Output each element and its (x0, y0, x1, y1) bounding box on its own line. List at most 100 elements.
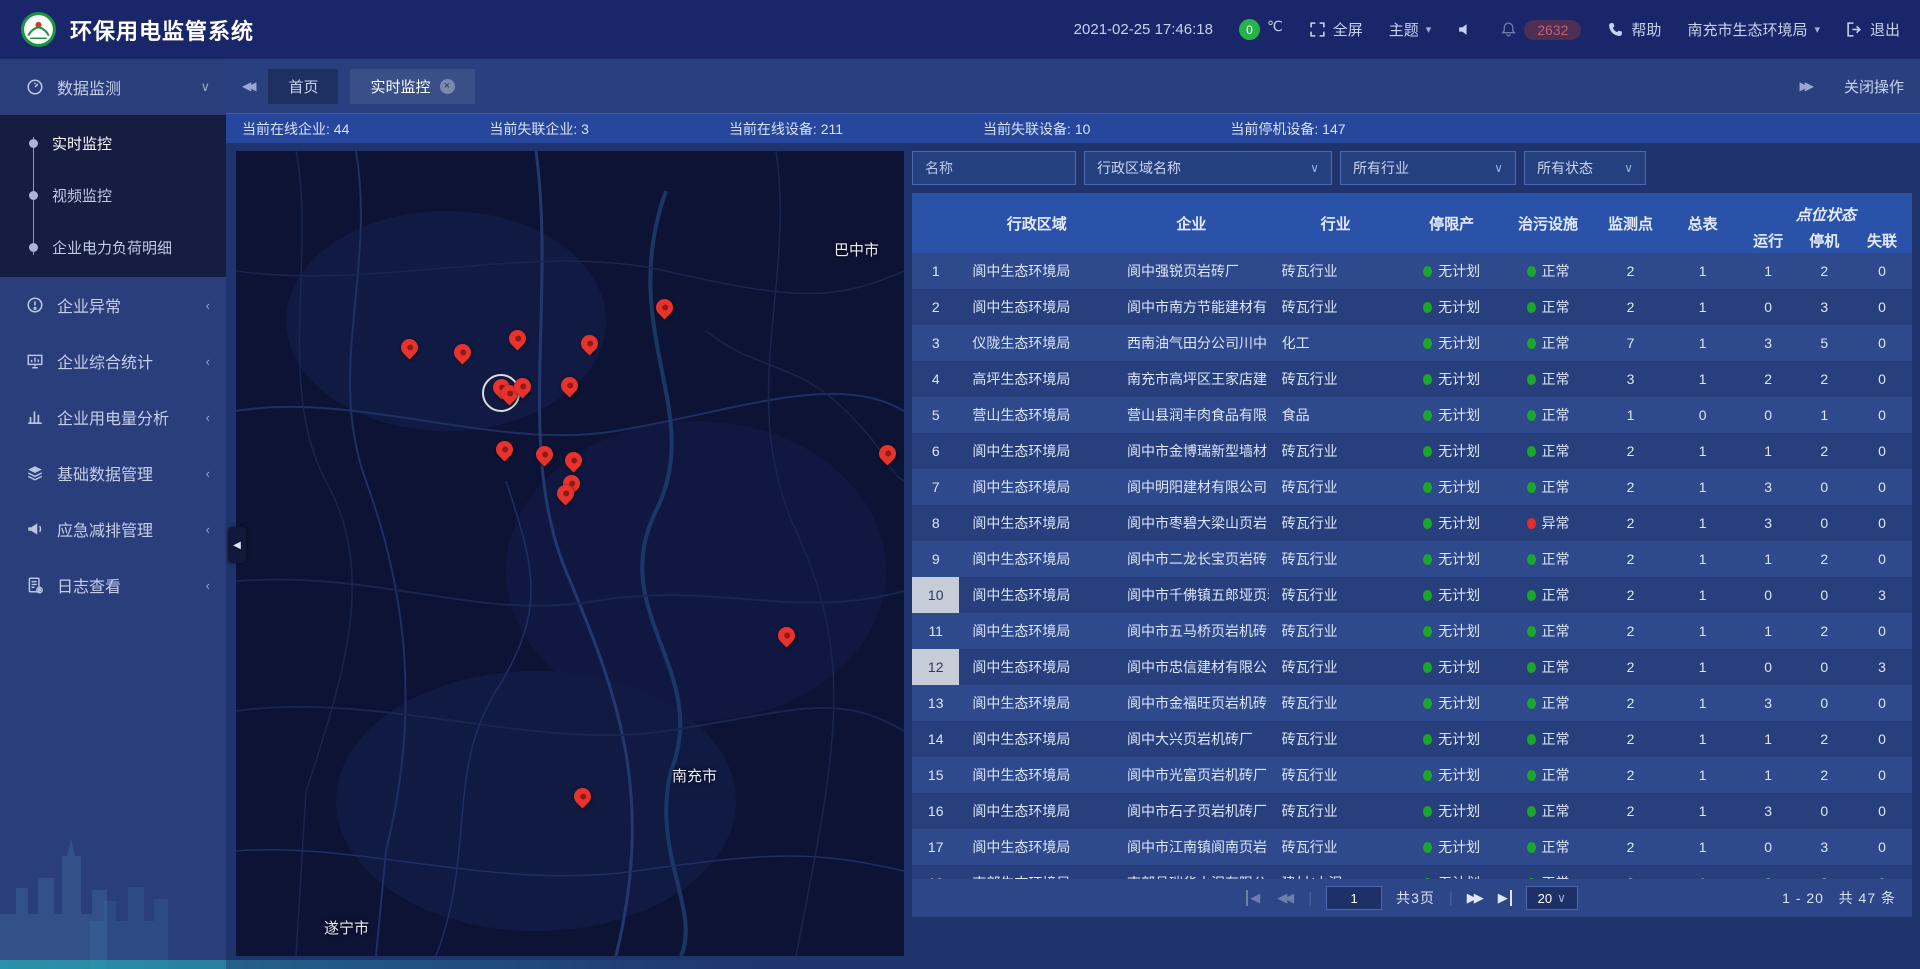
cell-offline: 0 (1852, 469, 1912, 505)
status-dot-green (1527, 482, 1536, 493)
close-tab-icon[interactable]: × (440, 79, 455, 94)
cell-enterprise: 阆中市金博瑞新型墙材 (1114, 433, 1269, 469)
logout-button[interactable]: 退出 (1846, 19, 1900, 40)
map-pin[interactable] (561, 448, 585, 472)
tabs-scroll-right-icon[interactable]: ▶▶ (1800, 79, 1814, 93)
enterprise-table-body: 1阆中生态环境局阆中强锐页岩砖厂砖瓦行业无计划正常211202阆中生态环境局阆中… (912, 253, 1912, 879)
status-dot-green (1527, 374, 1536, 385)
help-button[interactable]: 帮助 (1607, 19, 1661, 40)
table-row[interactable]: 8阆中生态环境局阆中市枣碧大梁山页岩砖瓦行业无计划异常21300 (912, 505, 1912, 541)
table-row[interactable]: 4高坪生态环境局南充市高坪区王家店建砖瓦行业无计划正常31220 (912, 361, 1912, 397)
map-pin[interactable] (570, 784, 594, 808)
status-filter-select[interactable]: 所有状态 ∨ (1524, 151, 1646, 185)
pagination-bar: ◀ ◀◀ | 1 共3页 | ▶▶ ▶ 20 ∨ 1 - 20 (912, 879, 1912, 917)
sidebar-subitem-实时监控[interactable]: 实时监控 (0, 117, 226, 169)
prev-page-button[interactable]: ◀◀ (1277, 890, 1294, 906)
map-pin[interactable] (492, 437, 516, 461)
sidebar-subitem-企业电力负荷明细[interactable]: 企业电力负荷明细 (0, 221, 226, 273)
tab-bar: ◀◀ 首页 实时监控 × ▶▶ 关闭操作 (226, 59, 1920, 113)
map-pin[interactable] (652, 295, 676, 319)
theme-menu[interactable]: 主题 ▾ (1389, 19, 1432, 40)
map-pin[interactable] (450, 340, 474, 364)
industry-filter-select[interactable]: 所有行业 ∨ (1340, 151, 1516, 185)
table-row[interactable]: 1阆中生态环境局阆中强锐页岩砖厂砖瓦行业无计划正常21120 (912, 253, 1912, 289)
chevron-left-icon: ◀ (233, 540, 241, 551)
fullscreen-button[interactable]: 全屏 (1309, 19, 1363, 40)
sidebar-item-企业综合统计[interactable]: 企业综合统计‹ (0, 333, 226, 389)
sidebar-collapse-handle[interactable]: ◀ (228, 527, 246, 563)
logout-label: 退出 (1870, 19, 1900, 40)
close-operations-button[interactable]: 关闭操作 (1844, 76, 1904, 97)
map-pin[interactable] (577, 331, 601, 355)
region-filter-select[interactable]: 行政区域名称 ∨ (1084, 151, 1332, 185)
table-row[interactable]: 16阆中生态环境局阆中市石子页岩机砖厂砖瓦行业无计划正常21300 (912, 793, 1912, 829)
cell-index: 13 (912, 685, 959, 721)
tab-realtime-monitor[interactable]: 实时监控 × (350, 69, 474, 104)
cell-enterprise: 阆中明阳建材有限公司 (1114, 469, 1269, 505)
sidebar-item-基础数据管理[interactable]: 基础数据管理‹ (0, 445, 226, 501)
table-row[interactable]: 13阆中生态环境局阆中市金福旺页岩机砖砖瓦行业无计划正常21300 (912, 685, 1912, 721)
cell-running: 3 (1740, 469, 1797, 505)
map-panel[interactable]: 巴中市 南充市 遂宁市 (236, 151, 904, 956)
table-row[interactable]: 14阆中生态环境局阆中大兴页岩机砖厂砖瓦行业无计划正常21120 (912, 721, 1912, 757)
map-pin[interactable] (532, 442, 556, 466)
region-filter-value: 行政区域名称 (1097, 158, 1181, 178)
last-page-button[interactable]: ▶ (1498, 890, 1512, 906)
table-row[interactable]: 10阆中生态环境局阆中市千佛镇五郎垭页岩砖瓦行业无计划正常21003 (912, 577, 1912, 613)
tab-home[interactable]: 首页 (268, 69, 338, 104)
cell-index: 5 (912, 397, 959, 433)
name-filter-input[interactable] (912, 151, 1076, 185)
table-row[interactable]: 7阆中生态环境局阆中明阳建材有限公司砖瓦行业无计划正常21300 (912, 469, 1912, 505)
table-row[interactable]: 2阆中生态环境局阆中市南方节能建材有砖瓦行业无计划正常21030 (912, 289, 1912, 325)
table-row[interactable]: 12阆中生态环境局阆中市忠信建材有限公砖瓦行业无计划正常21003 (912, 649, 1912, 685)
cell-running: 0 (1740, 829, 1797, 865)
cell-treatment: 正常 (1501, 829, 1596, 865)
next-page-button[interactable]: ▶▶ (1467, 890, 1484, 906)
org-menu[interactable]: 南充市生态环境局 ▾ (1687, 19, 1820, 40)
sidebar-item-日志查看[interactable]: 日志查看‹ (0, 557, 226, 613)
table-row[interactable]: 15阆中生态环境局阆中市光富页岩机砖厂砖瓦行业无计划正常21120 (912, 757, 1912, 793)
table-row[interactable]: 18南部生态环境局南部县瑞华水泥有限公建材(水泥无计划正常21030 (912, 865, 1912, 879)
map-pin[interactable] (774, 623, 798, 647)
table-row[interactable]: 11阆中生态环境局阆中市五马桥页岩机砖砖瓦行业无计划正常21120 (912, 613, 1912, 649)
tabs-scroll-left-icon[interactable]: ◀◀ (242, 79, 256, 93)
table-row[interactable]: 9阆中生态环境局阆中市二龙长宝页岩砖砖瓦行业无计划正常21120 (912, 541, 1912, 577)
cell-stop-limit: 无计划 (1403, 325, 1501, 361)
sidebar-item-企业异常[interactable]: 企业异常‹ (0, 277, 226, 333)
first-page-button[interactable]: ◀ (1246, 890, 1263, 906)
cell-offline: 3 (1852, 649, 1912, 685)
cell-treatment: 正常 (1501, 433, 1596, 469)
layers-icon (26, 464, 44, 482)
cell-region: 阆中生态环境局 (959, 649, 1114, 685)
sidebar-item-数据监测[interactable]: 数据监测∨ (0, 59, 226, 115)
cell-stop-limit: 无计划 (1403, 541, 1501, 577)
sidebar-item-企业用电量分析[interactable]: 企业用电量分析‹ (0, 389, 226, 445)
cell-total-meter: 1 (1666, 757, 1740, 793)
sidebar-item-应急减排管理[interactable]: 应急减排管理‹ (0, 501, 226, 557)
sidebar-subitem-视频监控[interactable]: 视频监控 (0, 169, 226, 221)
cell-running: 3 (1740, 793, 1797, 829)
cell-enterprise: 阆中市光富页岩机砖厂 (1114, 757, 1269, 793)
sound-toggle[interactable] (1457, 21, 1474, 38)
table-row[interactable]: 3仪陇生态环境局西南油气田分公司川中化工无计划正常71350 (912, 325, 1912, 361)
page-number-input[interactable]: 1 (1326, 886, 1382, 910)
cell-stop-limit: 无计划 (1403, 649, 1501, 685)
table-row[interactable]: 17阆中生态环境局阆中市江南镇阆南页岩砖瓦行业无计划正常21030 (912, 829, 1912, 865)
status-dot-green (1423, 554, 1432, 565)
cell-industry: 砖瓦行业 (1269, 721, 1403, 757)
map-pin[interactable] (397, 335, 421, 359)
page-size-select[interactable]: 20 ∨ (1526, 886, 1578, 910)
map-pin[interactable] (557, 373, 581, 397)
notifications-button[interactable]: 2632 (1500, 20, 1581, 40)
table-row[interactable]: 6阆中生态环境局阆中市金博瑞新型墙材砖瓦行业无计划正常21120 (912, 433, 1912, 469)
cell-stop-limit: 无计划 (1403, 829, 1501, 865)
cell-offline: 0 (1852, 397, 1912, 433)
table-row[interactable]: 5营山生态环境局营山县润丰肉食品有限食品无计划正常10010 (912, 397, 1912, 433)
cell-offline: 0 (1852, 433, 1912, 469)
status-dot-green (1423, 266, 1432, 277)
map-pin[interactable] (875, 441, 899, 465)
log-file-icon (26, 576, 44, 594)
col-header-industry: 行业 (1269, 193, 1403, 253)
cell-region: 营山生态环境局 (959, 397, 1114, 433)
map-pin[interactable] (505, 326, 529, 350)
